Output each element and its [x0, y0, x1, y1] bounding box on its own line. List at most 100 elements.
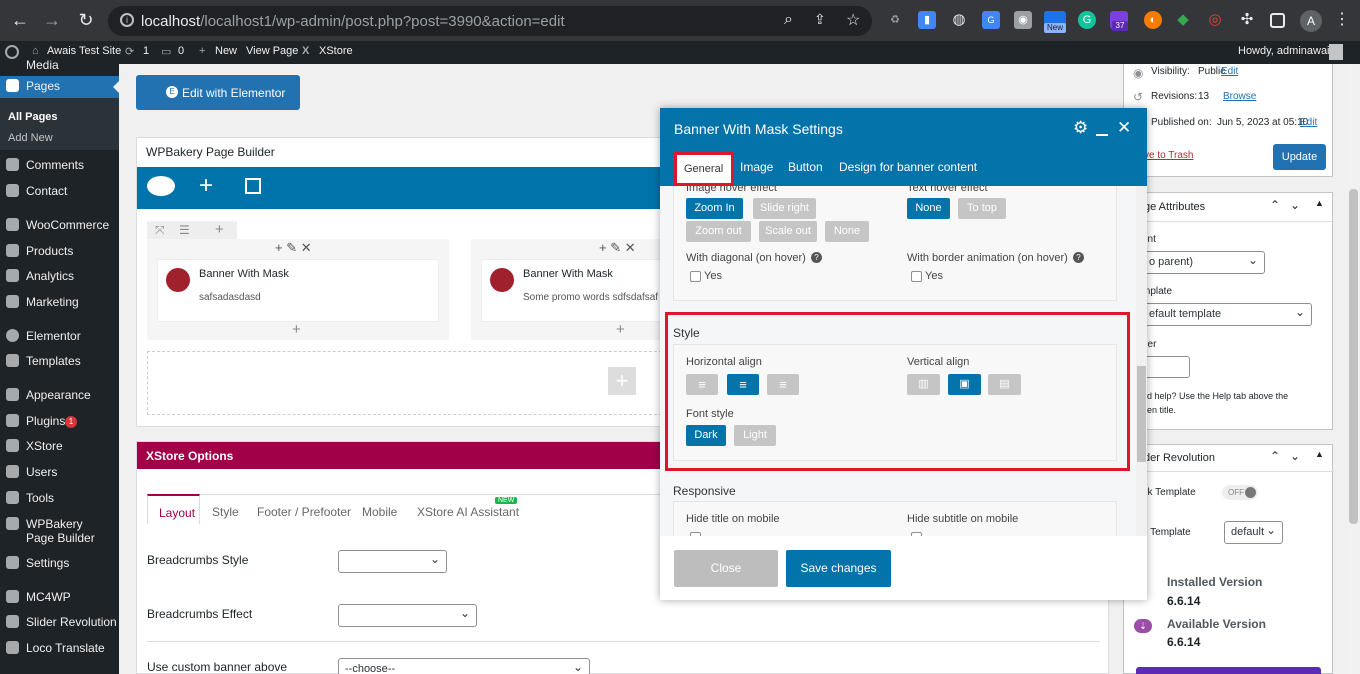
- back-icon[interactable]: ←: [8, 9, 32, 31]
- tab-button[interactable]: Button: [788, 160, 823, 174]
- submenu-all-pages[interactable]: All Pages: [8, 111, 58, 123]
- reload-icon[interactable]: ↻: [74, 9, 98, 31]
- globe-extension-icon[interactable]: ◍: [950, 11, 968, 29]
- wordpress-logo-icon[interactable]: [5, 45, 19, 59]
- howdy-user[interactable]: Howdy, adminawais: [1238, 45, 1335, 57]
- extensions-puzzle-icon[interactable]: ✣: [1238, 11, 1256, 29]
- add-row-icon[interactable]: +: [608, 367, 636, 395]
- image-hover-zoom-out[interactable]: Zoom out: [686, 221, 751, 242]
- site-name-link[interactable]: Awais Test Site: [47, 45, 121, 57]
- minimize-icon[interactable]: [1096, 134, 1108, 136]
- image-hover-scale-out[interactable]: Scale out: [759, 221, 817, 242]
- menu-mc4wp[interactable]: MC4WP: [0, 587, 119, 609]
- tab-ai-assistant[interactable]: XStore AI Assistant: [417, 505, 519, 519]
- grammarly-icon[interactable]: G: [1078, 11, 1096, 29]
- edit-with-elementor-button[interactable]: E Edit with Elementor: [136, 75, 300, 110]
- browse-revisions-link[interactable]: Browse: [1223, 91, 1256, 102]
- add-to-column-2-icon[interactable]: +: [616, 321, 625, 338]
- close-button[interactable]: Close: [674, 550, 778, 587]
- updates-count[interactable]: 1: [143, 45, 149, 57]
- submenu-add-new[interactable]: Add New: [8, 132, 53, 144]
- modal-scrollbar-thumb[interactable]: [1137, 366, 1146, 462]
- parent-select[interactable]: o parent): [1142, 251, 1265, 274]
- tab-general[interactable]: General: [674, 152, 734, 186]
- add-element-icon[interactable]: +: [199, 172, 213, 200]
- profile-avatar[interactable]: A: [1300, 10, 1322, 32]
- image-hover-slide-right[interactable]: Slide right: [753, 198, 816, 219]
- menu-xstore[interactable]: XStore: [0, 436, 119, 458]
- breadcrumbs-style-select[interactable]: [338, 550, 447, 573]
- slide-template-select[interactable]: default: [1224, 521, 1283, 544]
- menu-contact[interactable]: Contact: [0, 181, 119, 203]
- save-changes-button[interactable]: Save changes: [786, 550, 891, 587]
- address-bar[interactable]: i localhost/localhost1/wp-admin/post.php…: [108, 6, 872, 36]
- image-hover-zoom-in[interactable]: Zoom In: [686, 198, 743, 219]
- menu-woocommerce[interactable]: WooCommerce: [0, 215, 119, 237]
- menu-slider-revolution[interactable]: Slider Revolution: [0, 612, 119, 634]
- move-up-icon[interactable]: ⌃: [1270, 198, 1280, 212]
- recycle-extension-icon[interactable]: ♻: [886, 11, 904, 29]
- menu-marketing[interactable]: Marketing: [0, 292, 119, 314]
- new-extension-icon[interactable]: New: [1044, 11, 1066, 33]
- banner-element-1[interactable]: Banner With Mask safsadasdasd: [157, 259, 439, 322]
- camera-extension-icon[interactable]: ◉: [1014, 11, 1032, 29]
- blank-template-toggle[interactable]: OFF: [1222, 485, 1258, 500]
- menu-templates[interactable]: Templates: [0, 351, 119, 373]
- menu-settings[interactable]: Settings: [0, 553, 119, 575]
- menu-plugins[interactable]: Plugins 1: [0, 411, 119, 433]
- tab-mobile[interactable]: Mobile: [362, 505, 397, 519]
- tab-style[interactable]: Style: [212, 505, 239, 519]
- update-button[interactable]: Update: [1273, 144, 1326, 170]
- row-add-icon[interactable]: +: [215, 221, 224, 238]
- menu-comments[interactable]: Comments: [0, 155, 119, 177]
- close-icon[interactable]: ✕: [1117, 118, 1131, 138]
- move-down-icon[interactable]: ⌄: [1290, 198, 1300, 212]
- settings-gear-icon[interactable]: ⚙: [1073, 118, 1088, 138]
- view-page-link[interactable]: View Page: [246, 45, 298, 57]
- menu-wpbakery[interactable]: WPBakery Page Builder: [0, 514, 119, 548]
- move-down-icon[interactable]: ⌄: [1290, 449, 1300, 463]
- menu-users[interactable]: Users: [0, 462, 119, 484]
- orange-extension-icon[interactable]: ◐: [1144, 11, 1162, 29]
- help-icon[interactable]: ?: [811, 252, 822, 263]
- new-link[interactable]: New: [215, 45, 237, 57]
- comments-count[interactable]: 0: [178, 45, 184, 57]
- tab-footer-prefooter[interactable]: Footer / Prefooter: [257, 505, 351, 519]
- update-slider-button[interactable]: [1136, 667, 1321, 674]
- banner-element-2[interactable]: Banner With Mask Some promo words sdfsda…: [481, 259, 667, 322]
- image-hover-none[interactable]: None: [825, 221, 869, 242]
- color-extension-icon[interactable]: ◆: [1174, 11, 1192, 29]
- visibility-edit-link[interactable]: Edit: [1221, 66, 1238, 77]
- diagonal-checkbox[interactable]: [690, 271, 701, 282]
- templates-icon[interactable]: [245, 178, 261, 194]
- menu-elementor[interactable]: Elementor: [0, 326, 119, 348]
- move-up-icon[interactable]: ⌃: [1270, 449, 1280, 463]
- toggle-panel-icon[interactable]: ▲: [1315, 198, 1324, 208]
- forward-icon[interactable]: →: [40, 9, 64, 31]
- move-to-trash-link[interactable]: ve to Trash: [1144, 150, 1193, 161]
- row-move-icon[interactable]: ⤧: [155, 223, 165, 238]
- breadcrumbs-effect-select[interactable]: [338, 604, 477, 627]
- bookmark-star-icon[interactable]: ☆: [846, 10, 860, 30]
- share-icon[interactable]: ⇪: [814, 11, 826, 28]
- site-info-icon[interactable]: i: [120, 13, 134, 27]
- menu-appearance[interactable]: Appearance: [0, 385, 119, 407]
- user-avatar[interactable]: [1329, 44, 1343, 60]
- tab-design-banner-content[interactable]: Design for banner content: [839, 160, 977, 174]
- browser-menu-icon[interactable]: ⋮: [1330, 9, 1354, 31]
- translate-extension-icon[interactable]: G: [982, 11, 1000, 29]
- row-layout-icon[interactable]: ☰: [179, 223, 190, 237]
- order-input[interactable]: [1142, 356, 1190, 378]
- menu-pages[interactable]: Pages: [0, 76, 119, 98]
- column-2-controls[interactable]: + ✎ ✕: [599, 240, 636, 256]
- chrome-extension-icon[interactable]: ◎: [1206, 11, 1224, 29]
- border-animation-checkbox[interactable]: [911, 271, 922, 282]
- tab-image[interactable]: Image: [740, 160, 773, 174]
- page-scrollbar[interactable]: [1347, 64, 1360, 674]
- text-hover-none[interactable]: None: [907, 198, 950, 219]
- help-icon[interactable]: ?: [1073, 252, 1084, 263]
- page-scrollbar-thumb[interactable]: [1349, 189, 1358, 524]
- badge-extension-icon[interactable]: 37: [1110, 11, 1128, 31]
- custom-banner-select[interactable]: --choose--: [338, 658, 590, 674]
- menu-tools[interactable]: Tools: [0, 488, 119, 510]
